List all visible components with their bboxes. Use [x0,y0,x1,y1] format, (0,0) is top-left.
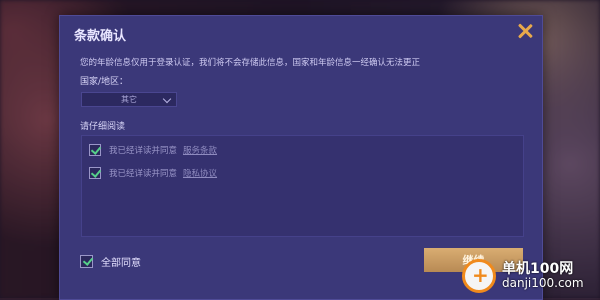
privacy-policy-link[interactable]: 隐私协议 [183,167,217,179]
agreements-panel: 我已经详读并同意 服务条款 我已经详读并同意 隐私协议 [81,135,524,237]
agreement-row-privacy: 我已经详读并同意 隐私协议 [89,167,217,179]
terms-of-service-link[interactable]: 服务条款 [183,144,217,156]
country-label: 国家/地区： [80,77,129,87]
agreement-text: 我已经详读并同意 [109,169,178,179]
agree-all-row[interactable]: 全部同意 [80,254,141,269]
terms-checkbox[interactable] [89,144,101,156]
close-icon[interactable] [516,22,534,40]
read-carefully-label: 请仔细阅读 [80,122,126,132]
agree-all-label: 全部同意 [101,258,141,269]
agreement-text: 我已经详读并同意 [109,146,178,156]
age-info-notice: 您的年龄信息仅用于登录认证，我们将不会存储此信息，国家和年龄信息一经确认无法更正 [80,58,421,68]
country-dropdown[interactable]: 其它 [81,92,177,107]
dialog-title: 条款确认 [74,29,127,44]
watermark-site-url: danji100.com [502,276,584,291]
chevron-down-icon [162,94,172,104]
site-watermark: 单机100网 danji100.com [462,258,584,294]
watermark-site-name: 单机100网 [502,261,574,278]
watermark-logo-icon [462,259,496,293]
privacy-checkbox[interactable] [89,167,101,179]
agree-all-checkbox[interactable] [80,255,93,268]
agreement-row-terms: 我已经详读并同意 服务条款 [89,144,217,156]
country-selected-value: 其它 [121,95,137,104]
